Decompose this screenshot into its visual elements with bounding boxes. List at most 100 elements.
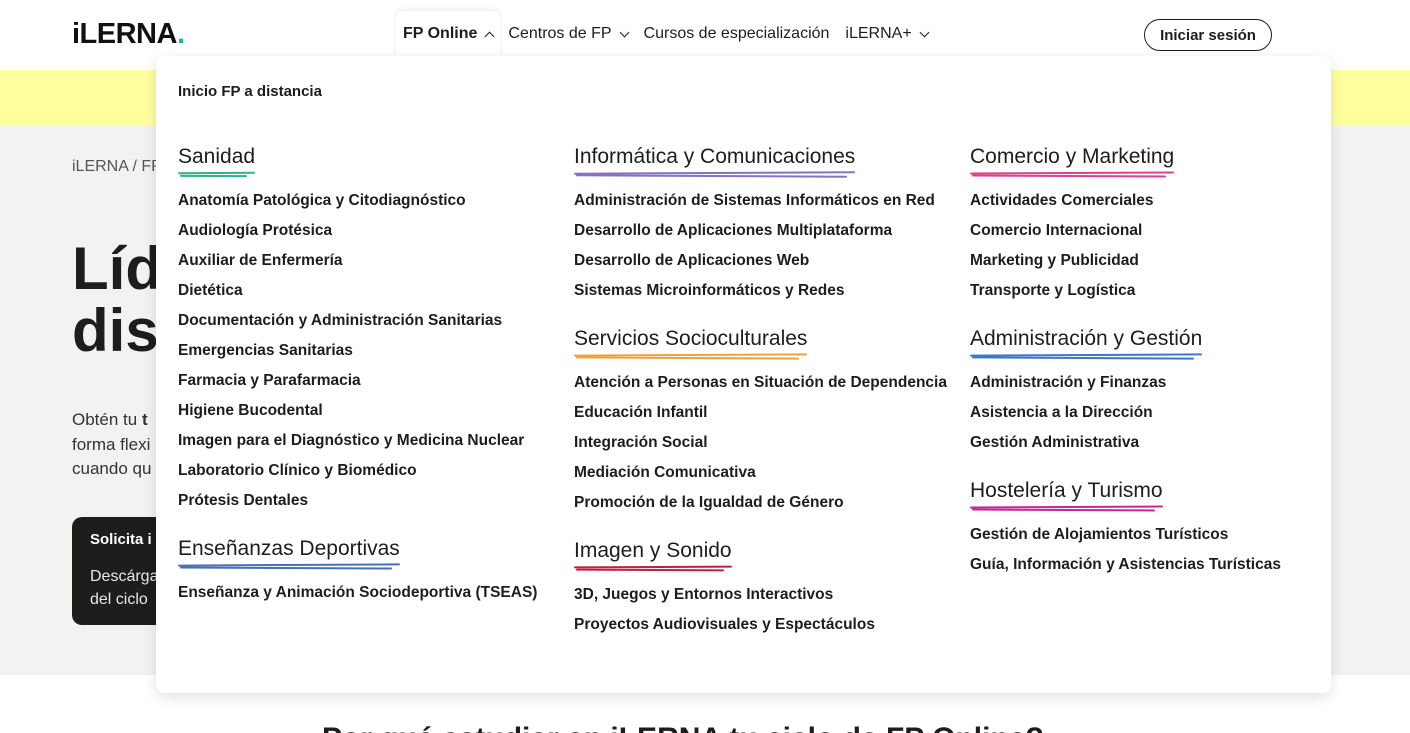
fp-online-mega-menu: Inicio FP a distancia Sanidad Anatomía Pa… bbox=[156, 56, 1331, 693]
cta-text-2: del ciclo bbox=[90, 591, 148, 608]
course-link[interactable]: Promoción de la Igualdad de Género bbox=[574, 488, 947, 518]
course-link[interactable]: Sistemas Microinformáticos y Redes bbox=[574, 276, 947, 306]
category-sanidad: Sanidad Anatomía Patológica y Citodiagnós… bbox=[178, 145, 537, 516]
hero-text-3: cuando qu bbox=[72, 459, 152, 478]
ilerna-logo[interactable]: iLERNA. bbox=[72, 18, 185, 51]
course-link[interactable]: Enseñanza y Animación Sociodeportiva (TS… bbox=[178, 578, 537, 608]
nav-ilerna-plus[interactable]: iLERNA+ bbox=[837, 11, 935, 57]
course-link[interactable]: 3D, Juegos y Entornos Interactivos bbox=[574, 580, 947, 610]
page-title-line-2: dis bbox=[72, 297, 159, 364]
cta-text-1: Descárga bbox=[90, 568, 159, 585]
category-informatica-y-comunicaciones: Informática y Comunicaciones Administraci… bbox=[574, 145, 947, 306]
page-title-line-1: Líd bbox=[72, 235, 162, 302]
category-administracion-y-gestion: Administración y Gestión Administración y… bbox=[970, 327, 1281, 458]
nav-centros-fp-label: Centros de FP bbox=[508, 25, 612, 42]
course-link[interactable]: Administración de Sistemas Informáticos … bbox=[574, 186, 947, 216]
breadcrumb[interactable]: iLERNA / FP bbox=[72, 158, 162, 176]
chevron-down-icon bbox=[619, 27, 629, 37]
nav-centros-fp[interactable]: Centros de FP bbox=[500, 11, 635, 57]
login-button[interactable]: Iniciar sesión bbox=[1144, 19, 1272, 51]
category-title-label: Hostelería y Turismo bbox=[970, 479, 1163, 502]
category-title-informatica-y-comunicaciones[interactable]: Informática y Comunicaciones bbox=[574, 145, 855, 178]
nav-cursos-label: Cursos de especialización bbox=[643, 25, 830, 42]
menu-column-3: Comercio y Marketing Actividades Comercia… bbox=[970, 145, 1281, 601]
course-link[interactable]: Marketing y Publicidad bbox=[970, 246, 1281, 276]
category-title-label: Enseñanzas Deportivas bbox=[178, 537, 400, 560]
course-link[interactable]: Desarrollo de Aplicaciones Web bbox=[574, 246, 947, 276]
course-list: Anatomía Patológica y Citodiagnóstico Aud… bbox=[178, 186, 537, 516]
nav-cursos-especializacion[interactable]: Cursos de especialización bbox=[636, 11, 838, 57]
section-title: Por qué estudiar en iLERNA tu ciclo de F… bbox=[322, 722, 1044, 733]
category-title-label: Administración y Gestión bbox=[970, 327, 1203, 350]
category-underline bbox=[178, 172, 255, 178]
course-link[interactable]: Educación Infantil bbox=[574, 398, 947, 428]
chevron-up-icon bbox=[484, 31, 495, 41]
course-link[interactable]: Laboratorio Clínico y Biomédico bbox=[178, 456, 537, 486]
course-link[interactable]: Audiología Protésica bbox=[178, 216, 537, 246]
course-link[interactable]: Dietética bbox=[178, 276, 537, 306]
category-title-label: Servicios Socioculturales bbox=[574, 327, 808, 350]
category-title-comercio-y-marketing[interactable]: Comercio y Marketing bbox=[970, 145, 1174, 178]
course-link[interactable]: Gestión Administrativa bbox=[970, 428, 1281, 458]
course-list: Gestión de Alojamientos Turísticos Guía, … bbox=[970, 520, 1281, 580]
category-comercio-y-marketing: Comercio y Marketing Actividades Comercia… bbox=[970, 145, 1281, 306]
category-title-ensenanzas-deportivas[interactable]: Enseñanzas Deportivas bbox=[178, 537, 400, 570]
category-title-imagen-y-sonido[interactable]: Imagen y Sonido bbox=[574, 539, 732, 572]
course-link[interactable]: Emergencias Sanitarias bbox=[178, 336, 537, 366]
category-underline bbox=[574, 566, 732, 572]
category-underline bbox=[574, 354, 807, 360]
course-link[interactable]: Atención a Personas en Situación de Depe… bbox=[574, 368, 947, 398]
page-title: Líd dis bbox=[72, 238, 162, 362]
course-link[interactable]: Higiene Bucodental bbox=[178, 396, 537, 426]
category-imagen-y-sonido: Imagen y Sonido 3D, Juegos y Entornos Int… bbox=[574, 539, 947, 640]
category-title-sanidad[interactable]: Sanidad bbox=[178, 145, 255, 178]
cta-title: Solicita i bbox=[90, 531, 152, 548]
course-link[interactable]: Guía, Información y Asistencias Turístic… bbox=[970, 550, 1281, 580]
category-underline bbox=[574, 172, 855, 178]
category-title-administracion-y-gestion[interactable]: Administración y Gestión bbox=[970, 327, 1202, 360]
category-title-hosteleria-y-turismo[interactable]: Hostelería y Turismo bbox=[970, 479, 1163, 512]
course-link[interactable]: Actividades Comerciales bbox=[970, 186, 1281, 216]
nav-fp-online[interactable]: FP Online bbox=[396, 11, 501, 57]
course-link[interactable]: Proyectos Audiovisuales y Espectáculos bbox=[574, 610, 947, 640]
course-link[interactable]: Administración y Finanzas bbox=[970, 368, 1281, 398]
category-title-label: Sanidad bbox=[178, 145, 256, 168]
course-link[interactable]: Imagen para el Diagnóstico y Medicina Nu… bbox=[178, 426, 537, 456]
category-underline bbox=[970, 506, 1163, 512]
course-link[interactable]: Transporte y Logística bbox=[970, 276, 1281, 306]
course-link[interactable]: Gestión de Alojamientos Turísticos bbox=[970, 520, 1281, 550]
course-link[interactable]: Desarrollo de Aplicaciones Multiplatafor… bbox=[574, 216, 947, 246]
category-servicios-socioculturales: Servicios Socioculturales Atención a Pers… bbox=[574, 327, 947, 518]
main-nav: FP Online Centros de FP Cursos de especi… bbox=[396, 11, 936, 57]
chevron-down-icon bbox=[919, 27, 930, 37]
category-title-label: Imagen y Sonido bbox=[574, 539, 732, 562]
course-list: Administración de Sistemas Informáticos … bbox=[574, 186, 947, 306]
nav-fp-online-label: FP Online bbox=[403, 25, 478, 42]
hero-text-1: Obtén tu bbox=[72, 410, 142, 429]
hero-description: Obtén tu t forma flexi cuando qu bbox=[72, 408, 151, 482]
course-link[interactable]: Prótesis Dentales bbox=[178, 486, 537, 516]
course-list: Administración y Finanzas Asistencia a la… bbox=[970, 368, 1281, 458]
course-link[interactable]: Comercio Internacional bbox=[970, 216, 1281, 246]
category-underline bbox=[178, 564, 400, 570]
category-ensenanzas-deportivas: Enseñanzas Deportivas Enseñanza y Animaci… bbox=[178, 537, 537, 608]
category-title-label: Comercio y Marketing bbox=[970, 145, 1175, 168]
course-link[interactable]: Asistencia a la Dirección bbox=[970, 398, 1281, 428]
category-underline bbox=[970, 172, 1174, 178]
category-title-servicios-socioculturales[interactable]: Servicios Socioculturales bbox=[574, 327, 807, 360]
hero-text-2: forma flexi bbox=[72, 434, 151, 454]
course-list: Actividades Comerciales Comercio Internac… bbox=[970, 186, 1281, 306]
category-hosteleria-y-turismo: Hostelería y Turismo Gestión de Alojamien… bbox=[970, 479, 1281, 580]
menu-column-2: Informática y Comunicaciones Administraci… bbox=[574, 145, 947, 661]
course-link[interactable]: Farmacia y Parafarmacia bbox=[178, 366, 537, 396]
menu-column-1: Sanidad Anatomía Patológica y Citodiagnós… bbox=[178, 145, 537, 629]
course-link[interactable]: Auxiliar de Enfermería bbox=[178, 246, 537, 276]
category-underline bbox=[970, 354, 1202, 360]
course-link[interactable]: Mediación Comunicativa bbox=[574, 458, 947, 488]
inicio-fp-link[interactable]: Inicio FP a distancia bbox=[178, 83, 322, 100]
course-link[interactable]: Documentación y Administración Sanitaria… bbox=[178, 306, 537, 336]
course-link[interactable]: Integración Social bbox=[574, 428, 947, 458]
hero-text-1-bold: t bbox=[141, 410, 148, 429]
nav-ilerna-plus-label: iLERNA+ bbox=[845, 25, 912, 42]
course-link[interactable]: Anatomía Patológica y Citodiagnóstico bbox=[178, 186, 537, 216]
